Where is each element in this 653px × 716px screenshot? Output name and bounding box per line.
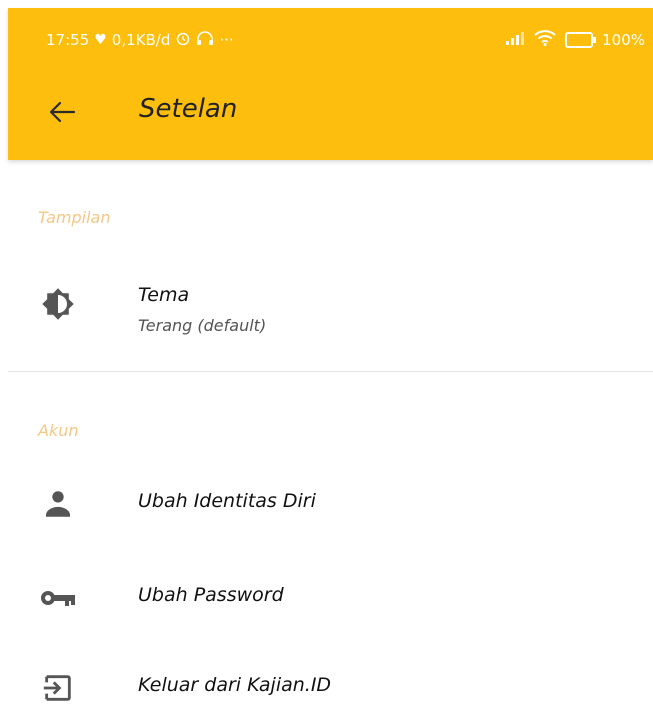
battery-percent: 100% <box>602 31 645 49</box>
settings-item-sublabel: Terang (default) <box>138 316 267 335</box>
settings-item-tema[interactable]: Tema Terang (default) <box>8 270 653 350</box>
section-divider <box>8 371 653 372</box>
toolbar: Setelan <box>8 68 653 160</box>
more-notifications-icon: ··· <box>219 31 234 49</box>
settings-item-ubah-password[interactable]: Ubah Password <box>8 574 653 624</box>
heart-icon: ♥ <box>94 32 107 48</box>
battery-icon <box>565 32 597 48</box>
settings-item-label: Ubah Identitas Diri <box>138 490 316 512</box>
section-header-akun: Akun <box>38 421 79 440</box>
key-icon <box>38 578 78 618</box>
settings-item-ubah-identitas[interactable]: Ubah Identitas Diri <box>8 480 653 530</box>
settings-item-label: Ubah Password <box>138 584 284 606</box>
settings-item-label: Keluar dari Kajian.ID <box>138 674 332 696</box>
app-bar: 17:55 ♥ 0,1KB/d ··· 100% Setelan <box>8 8 653 160</box>
logout-icon <box>38 668 78 708</box>
arrow-left-icon <box>49 101 76 123</box>
back-button[interactable] <box>42 92 82 132</box>
alarm-icon <box>175 30 191 50</box>
status-data-rate: 0,1KB/d <box>111 31 171 49</box>
brightness-icon <box>38 284 78 324</box>
signal-icon <box>505 31 525 49</box>
headphones-icon <box>196 30 214 50</box>
page-title: Setelan <box>139 94 238 124</box>
settings-item-keluar[interactable]: Keluar dari Kajian.ID <box>8 666 653 716</box>
settings-item-label: Tema <box>138 284 190 306</box>
status-time: 17:55 <box>46 31 90 49</box>
section-header-tampilan: Tampilan <box>38 208 111 227</box>
status-bar: 17:55 ♥ 0,1KB/d ··· 100% <box>8 8 653 68</box>
wifi-icon <box>534 30 556 50</box>
person-icon <box>38 484 78 524</box>
